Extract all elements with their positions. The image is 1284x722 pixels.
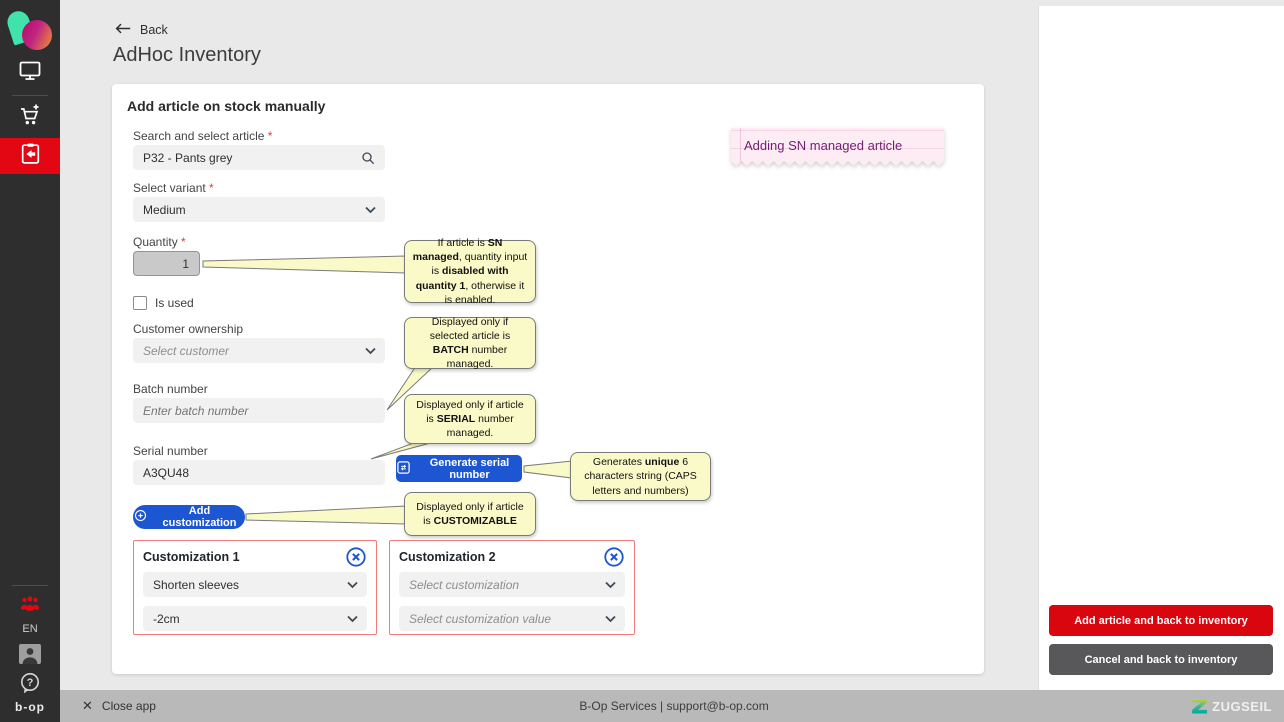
customization-2-title: Customization 2 <box>399 550 496 564</box>
required-marker: * <box>181 235 186 249</box>
chevron-down-icon <box>347 615 358 622</box>
back-arrow-icon <box>115 22 131 38</box>
avatar-icon <box>18 643 42 670</box>
sidebar-item-help[interactable]: ? <box>0 673 60 699</box>
batch-label: Batch number <box>133 382 208 396</box>
variant-select-value: Medium <box>143 203 186 217</box>
bop-brand-label: b-op <box>15 700 45 714</box>
customization-1-value: -2cm <box>153 612 180 626</box>
variant-label: Select variant * <box>133 181 214 195</box>
zugseil-brand: ZUGSEIL <box>1192 699 1272 714</box>
zugseil-logo-icon <box>1192 699 1207 714</box>
close-app-label: Close app <box>102 699 156 713</box>
cancel-button[interactable]: Cancel and back to inventory <box>1049 644 1273 675</box>
card-title: Add article on stock manually <box>127 98 325 114</box>
close-circle-icon[interactable] <box>345 546 367 568</box>
serial-number-input[interactable] <box>133 460 385 485</box>
sidebar: EN ? b-op <box>0 0 60 722</box>
app-logo[interactable] <box>0 4 60 56</box>
customization-2-value-placeholder: Select customization value <box>409 612 551 626</box>
main-area: Back AdHoc Inventory Add article on stoc… <box>60 0 1038 690</box>
regenerate-icon <box>396 460 411 478</box>
generate-serial-button[interactable]: Generate serial number <box>396 455 522 482</box>
help-icon: ? <box>18 671 42 702</box>
is-used-checkbox-row[interactable]: Is used <box>133 296 194 310</box>
close-icon: ✕ <box>82 698 93 714</box>
customization-card-2: Customization 2 Select customization Sel… <box>389 540 635 635</box>
logo-circle-shape <box>22 20 52 50</box>
customization-2-type-placeholder: Select customization <box>409 578 519 592</box>
quantity-label: Quantity * <box>133 235 186 249</box>
monitor-icon <box>18 60 42 87</box>
serial-label: Serial number <box>133 444 208 458</box>
users-icon <box>19 595 41 618</box>
sidebar-divider <box>12 585 48 586</box>
chevron-down-icon <box>365 206 376 213</box>
required-marker: * <box>209 181 214 195</box>
sidebar-item-users[interactable] <box>0 595 60 617</box>
sidebar-item-inventory-active[interactable] <box>0 138 60 174</box>
sidebar-item-profile[interactable] <box>0 643 60 669</box>
article-search-input[interactable] <box>133 145 385 170</box>
is-used-label: Is used <box>155 296 194 310</box>
required-marker: * <box>268 129 273 143</box>
add-customization-label: Add customization <box>154 505 245 529</box>
cart-add-icon <box>17 102 43 133</box>
article-label: Search and select article * <box>133 129 272 143</box>
zugseil-brand-label: ZUGSEIL <box>1212 699 1272 714</box>
generate-serial-label: Generate serial number <box>417 457 522 481</box>
back-button[interactable]: Back <box>115 22 168 38</box>
add-article-button[interactable]: Add article and back to inventory <box>1049 605 1273 636</box>
variant-select[interactable]: Medium <box>133 197 385 222</box>
sidebar-item-cart[interactable] <box>0 100 60 134</box>
action-panel: Add article and back to inventory Cancel… <box>1038 6 1284 690</box>
customer-select[interactable]: Select customer <box>133 338 385 363</box>
page-title: AdHoc Inventory <box>113 44 261 67</box>
chevron-down-icon <box>605 581 616 588</box>
callout-batch: Displayed only if selected article is BA… <box>404 317 536 369</box>
footer-bar: ✕ Close app B-Op Services | support@b-op… <box>60 690 1284 722</box>
chevron-down-icon <box>365 347 376 354</box>
chevron-down-icon <box>605 615 616 622</box>
close-circle-icon[interactable] <box>603 546 625 568</box>
callout-quantity: If article is SN managed, quantity input… <box>404 240 536 303</box>
customization-card-1: Customization 1 Shorten sleeves -2cm <box>133 540 377 635</box>
plus-circle-icon <box>133 508 148 526</box>
search-icon[interactable] <box>360 150 376 166</box>
bop-brand-logo: b-op <box>0 698 60 716</box>
sticky-note: Adding SN managed article <box>731 128 944 166</box>
sidebar-item-displays[interactable] <box>0 58 60 88</box>
clipboard-return-icon <box>18 141 43 171</box>
batch-number-input[interactable] <box>133 398 385 423</box>
callout-customizable: Displayed only if article is CUSTOMIZABL… <box>404 492 536 536</box>
close-app-button[interactable]: ✕ Close app <box>82 698 156 714</box>
customization-1-type-value: Shorten sleeves <box>153 578 239 592</box>
customization-1-value-select[interactable]: -2cm <box>143 606 367 631</box>
sidebar-divider <box>12 95 48 96</box>
language-switch[interactable]: EN <box>0 620 60 638</box>
sticky-note-text: Adding SN managed article <box>731 128 944 166</box>
callout-generate: Generates unique 6 characters string (CA… <box>570 452 711 501</box>
customization-2-type-select[interactable]: Select customization <box>399 572 625 597</box>
back-label: Back <box>140 23 168 37</box>
customer-label: Customer ownership <box>133 322 243 336</box>
footer-support-text: B-Op Services | support@b-op.com <box>156 699 1192 713</box>
svg-text:?: ? <box>27 677 34 689</box>
add-article-card: Add article on stock manually Search and… <box>112 84 984 674</box>
quantity-input <box>133 251 200 276</box>
customization-1-title: Customization 1 <box>143 550 240 564</box>
callout-serial: Displayed only if article is SERIAL numb… <box>404 394 536 444</box>
add-customization-button[interactable]: Add customization <box>133 505 245 529</box>
language-label: EN <box>22 623 37 635</box>
customization-1-type-select[interactable]: Shorten sleeves <box>143 572 367 597</box>
checkbox-icon[interactable] <box>133 296 147 310</box>
customer-select-placeholder: Select customer <box>143 344 229 358</box>
chevron-down-icon <box>347 581 358 588</box>
customization-2-value-select[interactable]: Select customization value <box>399 606 625 631</box>
